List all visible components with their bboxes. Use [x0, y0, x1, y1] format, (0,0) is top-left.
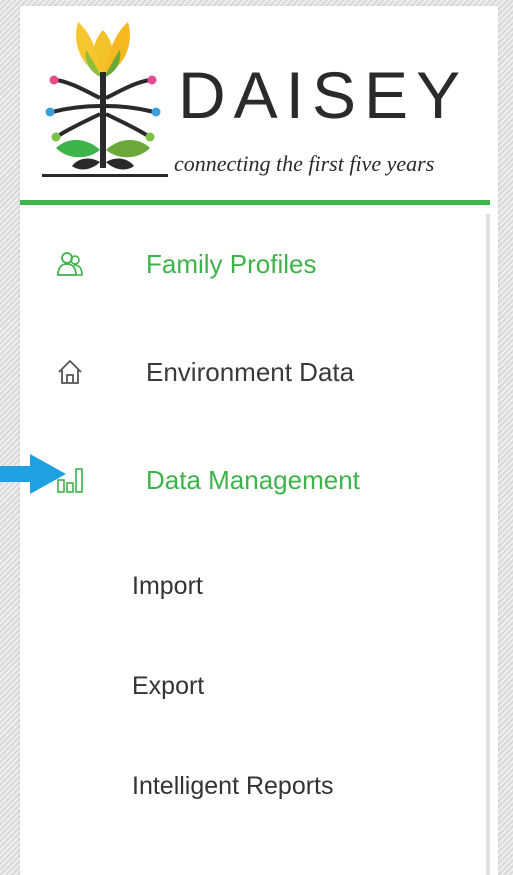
tagline-underline — [42, 174, 168, 177]
people-icon — [56, 250, 84, 278]
sidebar-panel: DAISEY connecting the first five years F… — [20, 6, 498, 875]
nav-item-environment-data[interactable]: Environment Data — [56, 352, 354, 392]
nav-item-label: Data Management — [146, 464, 360, 495]
subnav-item-export[interactable]: Export — [132, 668, 204, 704]
subnav-item-import[interactable]: Import — [132, 568, 203, 604]
subnav-item-intelligent-reports[interactable]: Intelligent Reports — [132, 768, 334, 804]
nav-item-label: Environment Data — [146, 356, 355, 387]
nav-item-data-management[interactable]: Data Management — [56, 460, 360, 500]
nav-item-label: Family Profiles — [146, 248, 317, 279]
home-icon — [56, 358, 84, 386]
logo[interactable]: DAISEY connecting the first five years — [20, 6, 498, 200]
brand-tagline: connecting the first five years — [174, 151, 435, 176]
nav-item-family-profiles[interactable]: Family Profiles — [56, 244, 316, 284]
header-divider — [20, 200, 490, 205]
pointer-arrow-icon — [0, 454, 66, 494]
sidebar-scroll-edge — [486, 214, 490, 875]
flower-logo-icon — [45, 22, 161, 170]
brand-name: DAISEY — [178, 58, 469, 132]
